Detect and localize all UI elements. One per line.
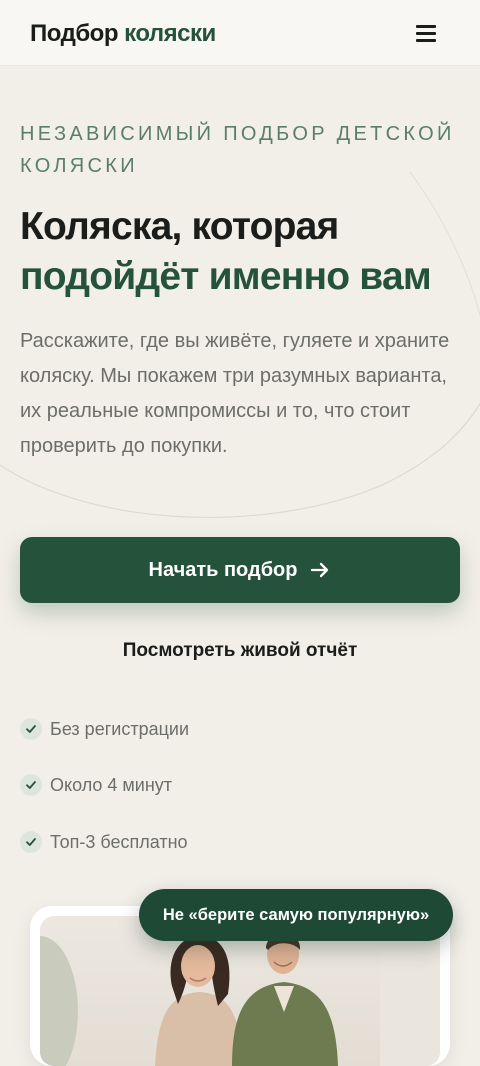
feature-label: Топ-3 бесплатно — [50, 831, 188, 852]
brand-word-2: коляски — [124, 20, 216, 47]
start-selection-button[interactable]: Начать подбор — [20, 537, 460, 603]
brand-word-1: Подбор — [30, 20, 118, 47]
feature-label: Около 4 минут — [50, 774, 173, 795]
check-icon — [20, 774, 42, 796]
hero-eyebrow: НЕЗАВИСИМЫЙ ПОДБОР ДЕТСКОЙ КОЛЯСКИ — [20, 123, 455, 177]
hamburger-menu-icon[interactable] — [410, 22, 442, 44]
start-selection-label: Начать подбор — [148, 558, 298, 581]
site-header: Подбор коляски — [0, 0, 480, 66]
feature-item-top3-free: Топ-3 бесплатно — [20, 830, 188, 854]
hero-title-line-1: Коляска, которая — [20, 205, 339, 248]
feature-item-no-registration: Без регистрации — [20, 717, 189, 741]
hero-title: Коляска, которая подойдёт именно вам — [20, 202, 470, 302]
arrow-right-icon — [311, 562, 329, 578]
check-icon — [20, 718, 42, 740]
hero-lead: Расскажите, где вы живёте, гуляете и хра… — [20, 330, 450, 457]
hero-title-line-2: подойдёт именно вам — [20, 255, 432, 298]
check-icon — [20, 831, 42, 853]
feature-label: Без регистрации — [50, 718, 190, 739]
feature-item-duration: Около 4 минут — [20, 773, 172, 797]
myth-badge[interactable]: Не «берите самую популярную» — [139, 889, 453, 941]
view-live-report-link[interactable]: Посмотреть живой отчёт — [20, 640, 460, 662]
brand-logo[interactable]: Подбор коляски — [30, 20, 216, 48]
